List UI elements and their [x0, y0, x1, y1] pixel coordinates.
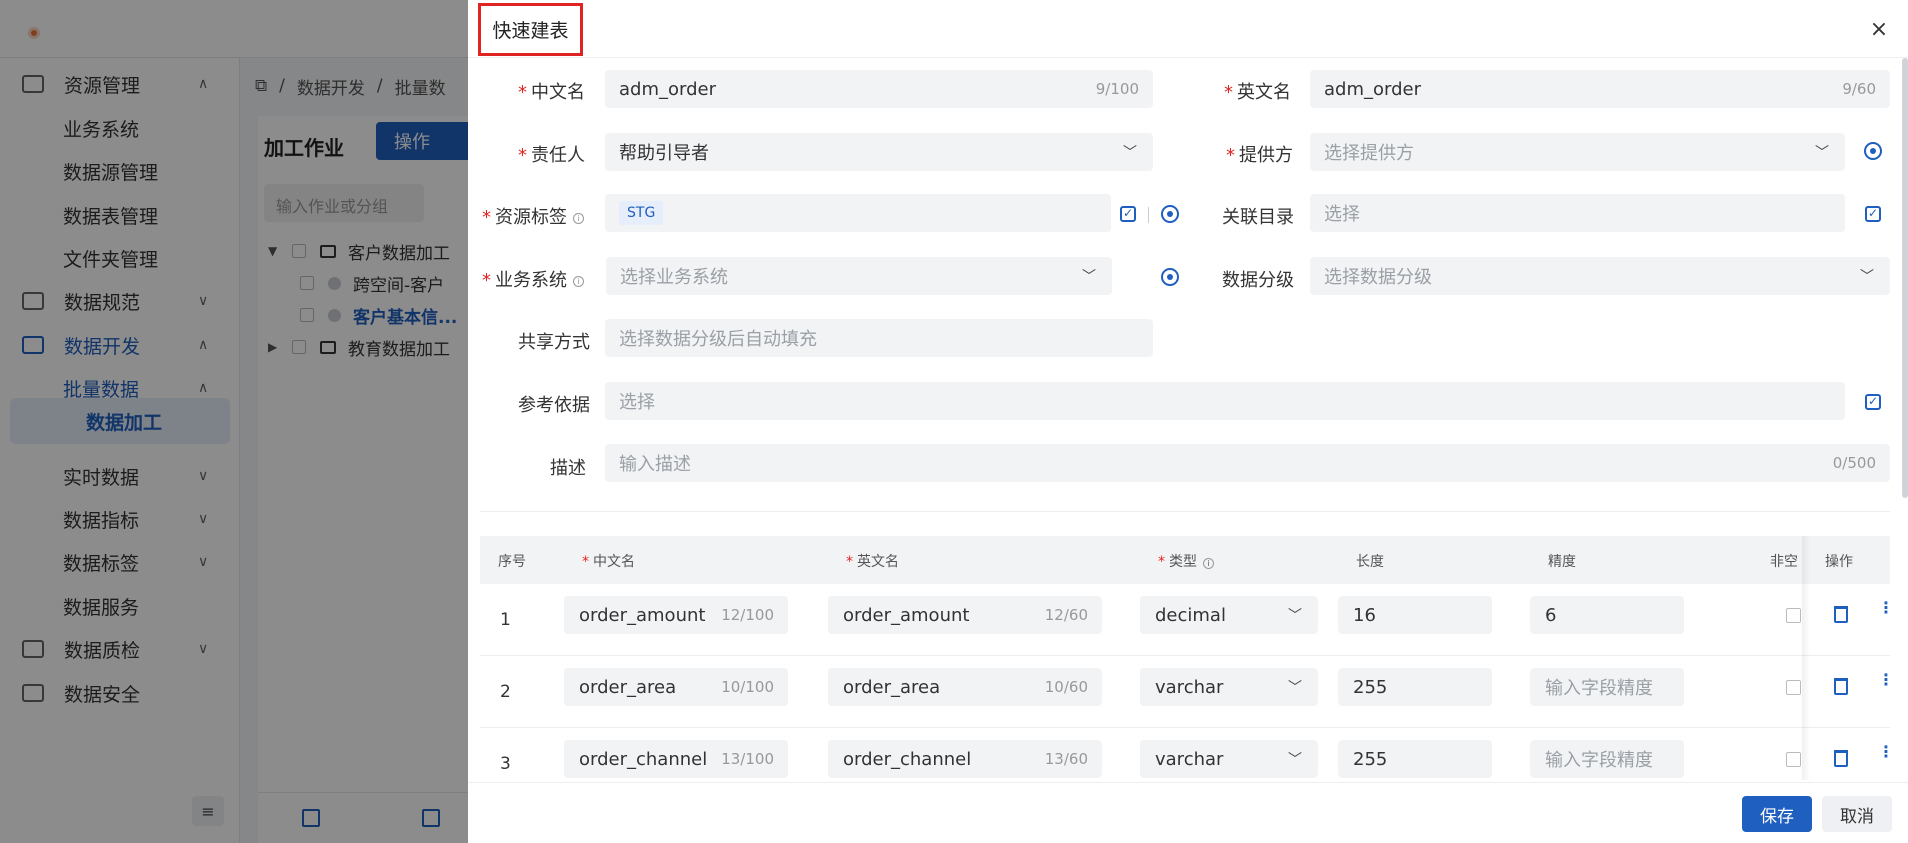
table-header: 序号 * 中文名 * 英文名 * 类型 i 长度 精度 非空 操作 [480, 536, 1890, 584]
owner-label: * 责任人 [518, 145, 585, 166]
field-precision-input[interactable]: 6 [1530, 596, 1684, 634]
reference-select[interactable]: 选择 [605, 382, 1845, 420]
field-cn-input[interactable]: order_channel 13/100 [564, 740, 788, 778]
desc-label: 描述 [550, 458, 586, 479]
owner-select[interactable]: 帮助引导者 ﹀ [605, 133, 1153, 171]
field-precision-input[interactable]: 输入字段精度 [1530, 740, 1684, 778]
biz-system-label: * 业务系统 i [482, 266, 584, 292]
share-label: 共享方式 [518, 332, 590, 353]
field-table: 序号 * 中文名 * 英文名 * 类型 i 长度 精度 非空 操作 1 order_am… [480, 536, 1890, 780]
notnull-checkbox[interactable] [1786, 752, 1801, 767]
info-icon: i [573, 275, 584, 287]
field-cn-input[interactable]: order_amount 12/100 [564, 596, 788, 634]
field-en-input[interactable]: order_amount 12/60 [828, 596, 1102, 634]
data-level-select[interactable]: 选择数据分级 ﹀ [1310, 257, 1890, 295]
settings-icon[interactable] [1161, 205, 1179, 223]
col-idx: 序号 [498, 554, 526, 570]
divider [1148, 207, 1149, 223]
data-level-label: 数据分级 [1222, 270, 1294, 291]
cancel-button[interactable]: 取消 [1822, 796, 1892, 832]
settings-icon[interactable] [1161, 268, 1179, 286]
tag-chip[interactable]: STG [619, 201, 664, 225]
biz-system-select[interactable]: 选择业务系统 ﹀ [606, 257, 1112, 295]
table-row: 2 order_area 10/100 order_area 10/60 varch… [480, 656, 1890, 728]
close-icon[interactable]: × [1864, 14, 1894, 44]
cn-name-label: * 中文名 [518, 82, 585, 103]
col-type: * 类型 i [1158, 551, 1214, 571]
char-counter: 9/100 [1095, 80, 1139, 98]
provider-label: * 提供方 [1226, 145, 1293, 166]
checkbox-select-icon[interactable]: ✓ [1120, 206, 1136, 222]
drawer-footer: 保存 取消 [468, 782, 1908, 843]
reference-label: 参考依据 [518, 395, 590, 416]
char-counter: 9/60 [1842, 80, 1876, 98]
save-button[interactable]: 保存 [1742, 796, 1812, 832]
trash-icon[interactable] [1834, 606, 1848, 623]
field-en-input[interactable]: order_channel 13/60 [828, 740, 1102, 778]
field-length-input[interactable]: 255 [1338, 668, 1492, 706]
catalog-label: 关联目录 [1222, 207, 1294, 228]
more-icon[interactable]: ⋮ [1878, 672, 1890, 688]
settings-icon[interactable] [1864, 142, 1882, 160]
notnull-checkbox[interactable] [1786, 680, 1801, 695]
resource-tag-label: * 资源标签 i [482, 203, 584, 229]
info-icon: i [1203, 558, 1214, 569]
cn-name-input[interactable]: adm_order 9/100 [605, 70, 1153, 108]
drawer-title: 快速建表 [478, 3, 583, 56]
col-length: 长度 [1356, 554, 1384, 570]
table-row: 1 order_amount 12/100 order_amount 12/60 d… [480, 584, 1890, 656]
col-precision: 精度 [1548, 554, 1576, 570]
col-notnull: 非空 [1770, 554, 1798, 570]
field-type-select[interactable]: varchar ﹀ [1140, 740, 1318, 778]
trash-icon[interactable] [1834, 750, 1848, 767]
chevron-down-icon: ﹀ [1860, 269, 1874, 285]
notnull-checkbox[interactable] [1786, 608, 1801, 623]
more-icon[interactable]: ⋮ [1878, 600, 1890, 616]
col-cn-name: * 中文名 [582, 554, 635, 570]
en-name-input[interactable]: adm_order 9/60 [1310, 70, 1890, 108]
table-row: 3 order_channel 13/100 order_channel 13/60… [480, 728, 1890, 780]
more-icon[interactable]: ⋮ [1878, 744, 1890, 760]
divider [480, 511, 1890, 512]
en-name-label: * 英文名 [1224, 82, 1291, 103]
field-length-input[interactable]: 16 [1338, 596, 1492, 634]
drawer-header: 快速建表 × [468, 0, 1908, 58]
info-icon: i [573, 212, 584, 224]
quick-create-table-drawer: 快速建表 × * 中文名 adm_order 9/100 * 英文名 adm_ord… [468, 0, 1908, 843]
field-precision-input[interactable]: 输入字段精度 [1530, 668, 1684, 706]
field-type-select[interactable]: decimal ﹀ [1140, 596, 1318, 634]
share-input: 选择数据分级后自动填充 [605, 319, 1153, 357]
field-type-select[interactable]: varchar ﹀ [1140, 668, 1318, 706]
chevron-down-icon: ﹀ [1815, 145, 1829, 161]
field-en-input[interactable]: order_area 10/60 [828, 668, 1102, 706]
checkbox-select-icon[interactable]: ✓ [1865, 394, 1881, 410]
fixed-column-shadow [1802, 536, 1810, 780]
col-en-name: * 英文名 [846, 554, 899, 570]
desc-textarea[interactable]: 输入描述 0/500 [605, 444, 1890, 482]
catalog-select[interactable]: 选择 [1310, 194, 1845, 232]
scrollbar[interactable] [1902, 58, 1908, 498]
col-ops: 操作 [1825, 554, 1853, 570]
trash-icon[interactable] [1834, 678, 1848, 695]
provider-select[interactable]: 选择提供方 ﹀ [1310, 133, 1845, 171]
field-length-input[interactable]: 255 [1338, 740, 1492, 778]
chevron-down-icon: ﹀ [1288, 608, 1302, 624]
chevron-down-icon: ﹀ [1123, 145, 1137, 161]
resource-tag-select[interactable]: STG [605, 194, 1111, 232]
checkbox-select-icon[interactable]: ✓ [1865, 206, 1881, 222]
chevron-down-icon: ﹀ [1082, 269, 1096, 285]
field-cn-input[interactable]: order_area 10/100 [564, 668, 788, 706]
chevron-down-icon: ﹀ [1288, 680, 1302, 696]
char-counter: 0/500 [1832, 454, 1876, 472]
chevron-down-icon: ﹀ [1288, 752, 1302, 768]
